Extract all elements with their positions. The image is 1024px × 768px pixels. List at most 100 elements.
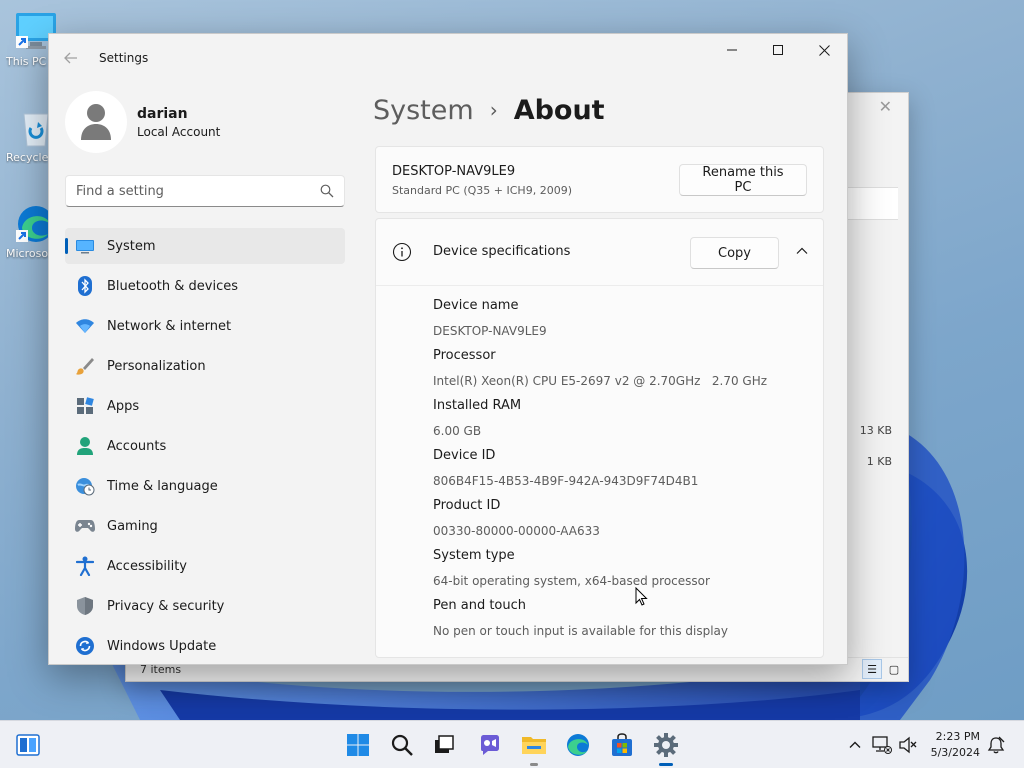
- widgets-icon: [16, 734, 40, 756]
- taskbar: 2:23 PM 5/3/2024: [0, 720, 1024, 768]
- maximize-icon: [773, 45, 783, 55]
- shield-icon: [75, 596, 95, 616]
- spec-row-pen-touch: Pen and touch No pen or touch input is a…: [433, 597, 807, 647]
- store-icon: [612, 733, 632, 756]
- accessibility-icon: [75, 556, 95, 576]
- file-explorer-button[interactable]: [518, 729, 550, 766]
- user-silhouette-icon: [81, 104, 111, 140]
- bluetooth-icon: [75, 276, 95, 296]
- spec-value: DESKTOP-NAV9LE9: [433, 324, 547, 338]
- widgets-button[interactable]: [12, 729, 44, 761]
- close-icon[interactable]: ✕: [879, 97, 892, 116]
- window-title: Settings: [99, 51, 149, 65]
- volume-muted-icon: [899, 736, 917, 754]
- sidebar-item-apps[interactable]: Apps: [65, 388, 345, 424]
- search-button[interactable]: [386, 729, 418, 761]
- user-profile[interactable]: darian Local Account: [65, 90, 220, 154]
- spec-value: 806B4F15-4B53-4B9F-942A-943D9F74D4B1: [433, 474, 699, 488]
- sidebar-item-label: Apps: [107, 398, 140, 414]
- search-input[interactable]: [66, 176, 344, 206]
- breadcrumb: System › About: [373, 90, 605, 130]
- spec-value: No pen or touch input is available for t…: [433, 624, 729, 638]
- sidebar-item-label: Bluetooth & devices: [107, 278, 238, 294]
- sidebar-item-accessibility[interactable]: Accessibility: [65, 548, 345, 584]
- network-icon: [872, 736, 892, 754]
- spec-row-installed-ram: Installed RAM 6.00 GB: [433, 397, 807, 447]
- spec-value: 64-bit operating system, x64-based proce…: [433, 574, 710, 588]
- minimize-button[interactable]: [709, 34, 755, 66]
- person-icon: [75, 436, 95, 456]
- clock-date: 5/3/2024: [930, 746, 980, 759]
- search-icon[interactable]: [320, 184, 334, 202]
- close-icon: [818, 44, 830, 56]
- rename-pc-button[interactable]: Rename this PC: [679, 164, 807, 196]
- task-view-button[interactable]: [428, 729, 460, 761]
- volume-button[interactable]: [898, 735, 918, 755]
- close-button[interactable]: [801, 34, 847, 66]
- edge-button[interactable]: [562, 729, 594, 761]
- pc-name-card: DESKTOP-NAV9LE9 Standard PC (Q35 + ICH9,…: [375, 146, 824, 213]
- sidebar-item-windows-update[interactable]: Windows Update: [65, 628, 345, 664]
- spec-value: 6.00 GB: [433, 424, 482, 438]
- sidebar-item-network[interactable]: Network & internet: [65, 308, 345, 344]
- notification-bell-icon: [987, 736, 1005, 754]
- spec-value: 00330-80000-00000-AA633: [433, 524, 600, 538]
- gear-icon: [654, 733, 678, 757]
- spec-label: Installed RAM: [433, 398, 522, 413]
- settings-taskbar-button[interactable]: [650, 729, 682, 766]
- page-title: About: [513, 94, 605, 126]
- copy-button[interactable]: Copy: [690, 237, 779, 269]
- sidebar-item-label: Network & internet: [107, 318, 232, 334]
- sidebar-item-system[interactable]: System: [65, 228, 345, 264]
- mouse-cursor-icon: [635, 586, 649, 611]
- sidebar-item-bluetooth[interactable]: Bluetooth & devices: [65, 268, 345, 304]
- account-type: Local Account: [137, 124, 221, 139]
- chat-icon: [481, 735, 499, 755]
- sidebar-item-personalization[interactable]: Personalization: [65, 348, 345, 384]
- start-button[interactable]: [342, 729, 374, 761]
- notifications-button[interactable]: [986, 735, 1006, 755]
- info-icon: [392, 242, 412, 266]
- maximize-button[interactable]: [755, 34, 801, 66]
- spec-list: Device name DESKTOP-NAV9LE9 Processor In…: [433, 297, 807, 647]
- taskbar-clock[interactable]: 2:23 PM 5/3/2024: [931, 729, 980, 761]
- sidebar-item-label: Privacy & security: [107, 598, 225, 614]
- search-icon: [391, 734, 413, 756]
- back-arrow-icon[interactable]: [63, 50, 79, 66]
- sidebar-item-time-language[interactable]: Time & language: [65, 468, 345, 504]
- breadcrumb-parent[interactable]: System: [373, 95, 474, 126]
- apps-icon: [75, 396, 95, 416]
- title-bar[interactable]: Settings: [49, 34, 847, 82]
- network-status-button[interactable]: [872, 735, 892, 755]
- user-name: darian: [137, 105, 188, 122]
- spec-label: Device name: [433, 298, 519, 313]
- tiles-view-icon[interactable]: ▢: [884, 659, 904, 679]
- sidebar-item-label: Gaming: [107, 518, 158, 534]
- sidebar-item-gaming[interactable]: Gaming: [65, 508, 345, 544]
- show-hidden-icons-button[interactable]: [845, 735, 865, 755]
- sidebar-item-label: Time & language: [107, 478, 218, 494]
- device-specifications-card: Device specifications Copy Device name D…: [375, 218, 824, 658]
- system-display-icon: [75, 236, 95, 256]
- sidebar-item-accounts[interactable]: Accounts: [65, 428, 345, 464]
- clock-time: 2:23 PM: [935, 730, 980, 743]
- details-view-icon[interactable]: ☰: [862, 659, 882, 679]
- chevron-up-icon[interactable]: [795, 244, 809, 262]
- sidebar-item-privacy[interactable]: Privacy & security: [65, 588, 345, 624]
- sidebar-item-label: System: [107, 238, 156, 254]
- spec-row-product-id: Product ID 00330-80000-00000-AA633: [433, 497, 807, 547]
- sidebar-item-label: Windows Update: [107, 638, 217, 654]
- chat-button[interactable]: [474, 729, 506, 761]
- avatar: [65, 91, 127, 153]
- spec-label: Pen and touch: [433, 598, 527, 613]
- pc-model: Standard PC (Q35 + ICH9, 2009): [392, 184, 572, 197]
- spec-row-device-name: Device name DESKTOP-NAV9LE9: [433, 297, 807, 347]
- spec-row-system-type: System type 64-bit operating system, x64…: [433, 547, 807, 597]
- gamepad-icon: [75, 516, 95, 536]
- device-specifications-header[interactable]: Device specifications Copy: [376, 219, 823, 286]
- spec-row-processor: Processor Intel(R) Xeon(R) CPU E5-2697 v…: [433, 347, 807, 397]
- store-button[interactable]: [606, 729, 638, 761]
- sidebar-item-label: Personalization: [107, 358, 206, 374]
- section-title: Device specifications: [433, 244, 571, 259]
- file-size: 1 KB: [866, 455, 892, 468]
